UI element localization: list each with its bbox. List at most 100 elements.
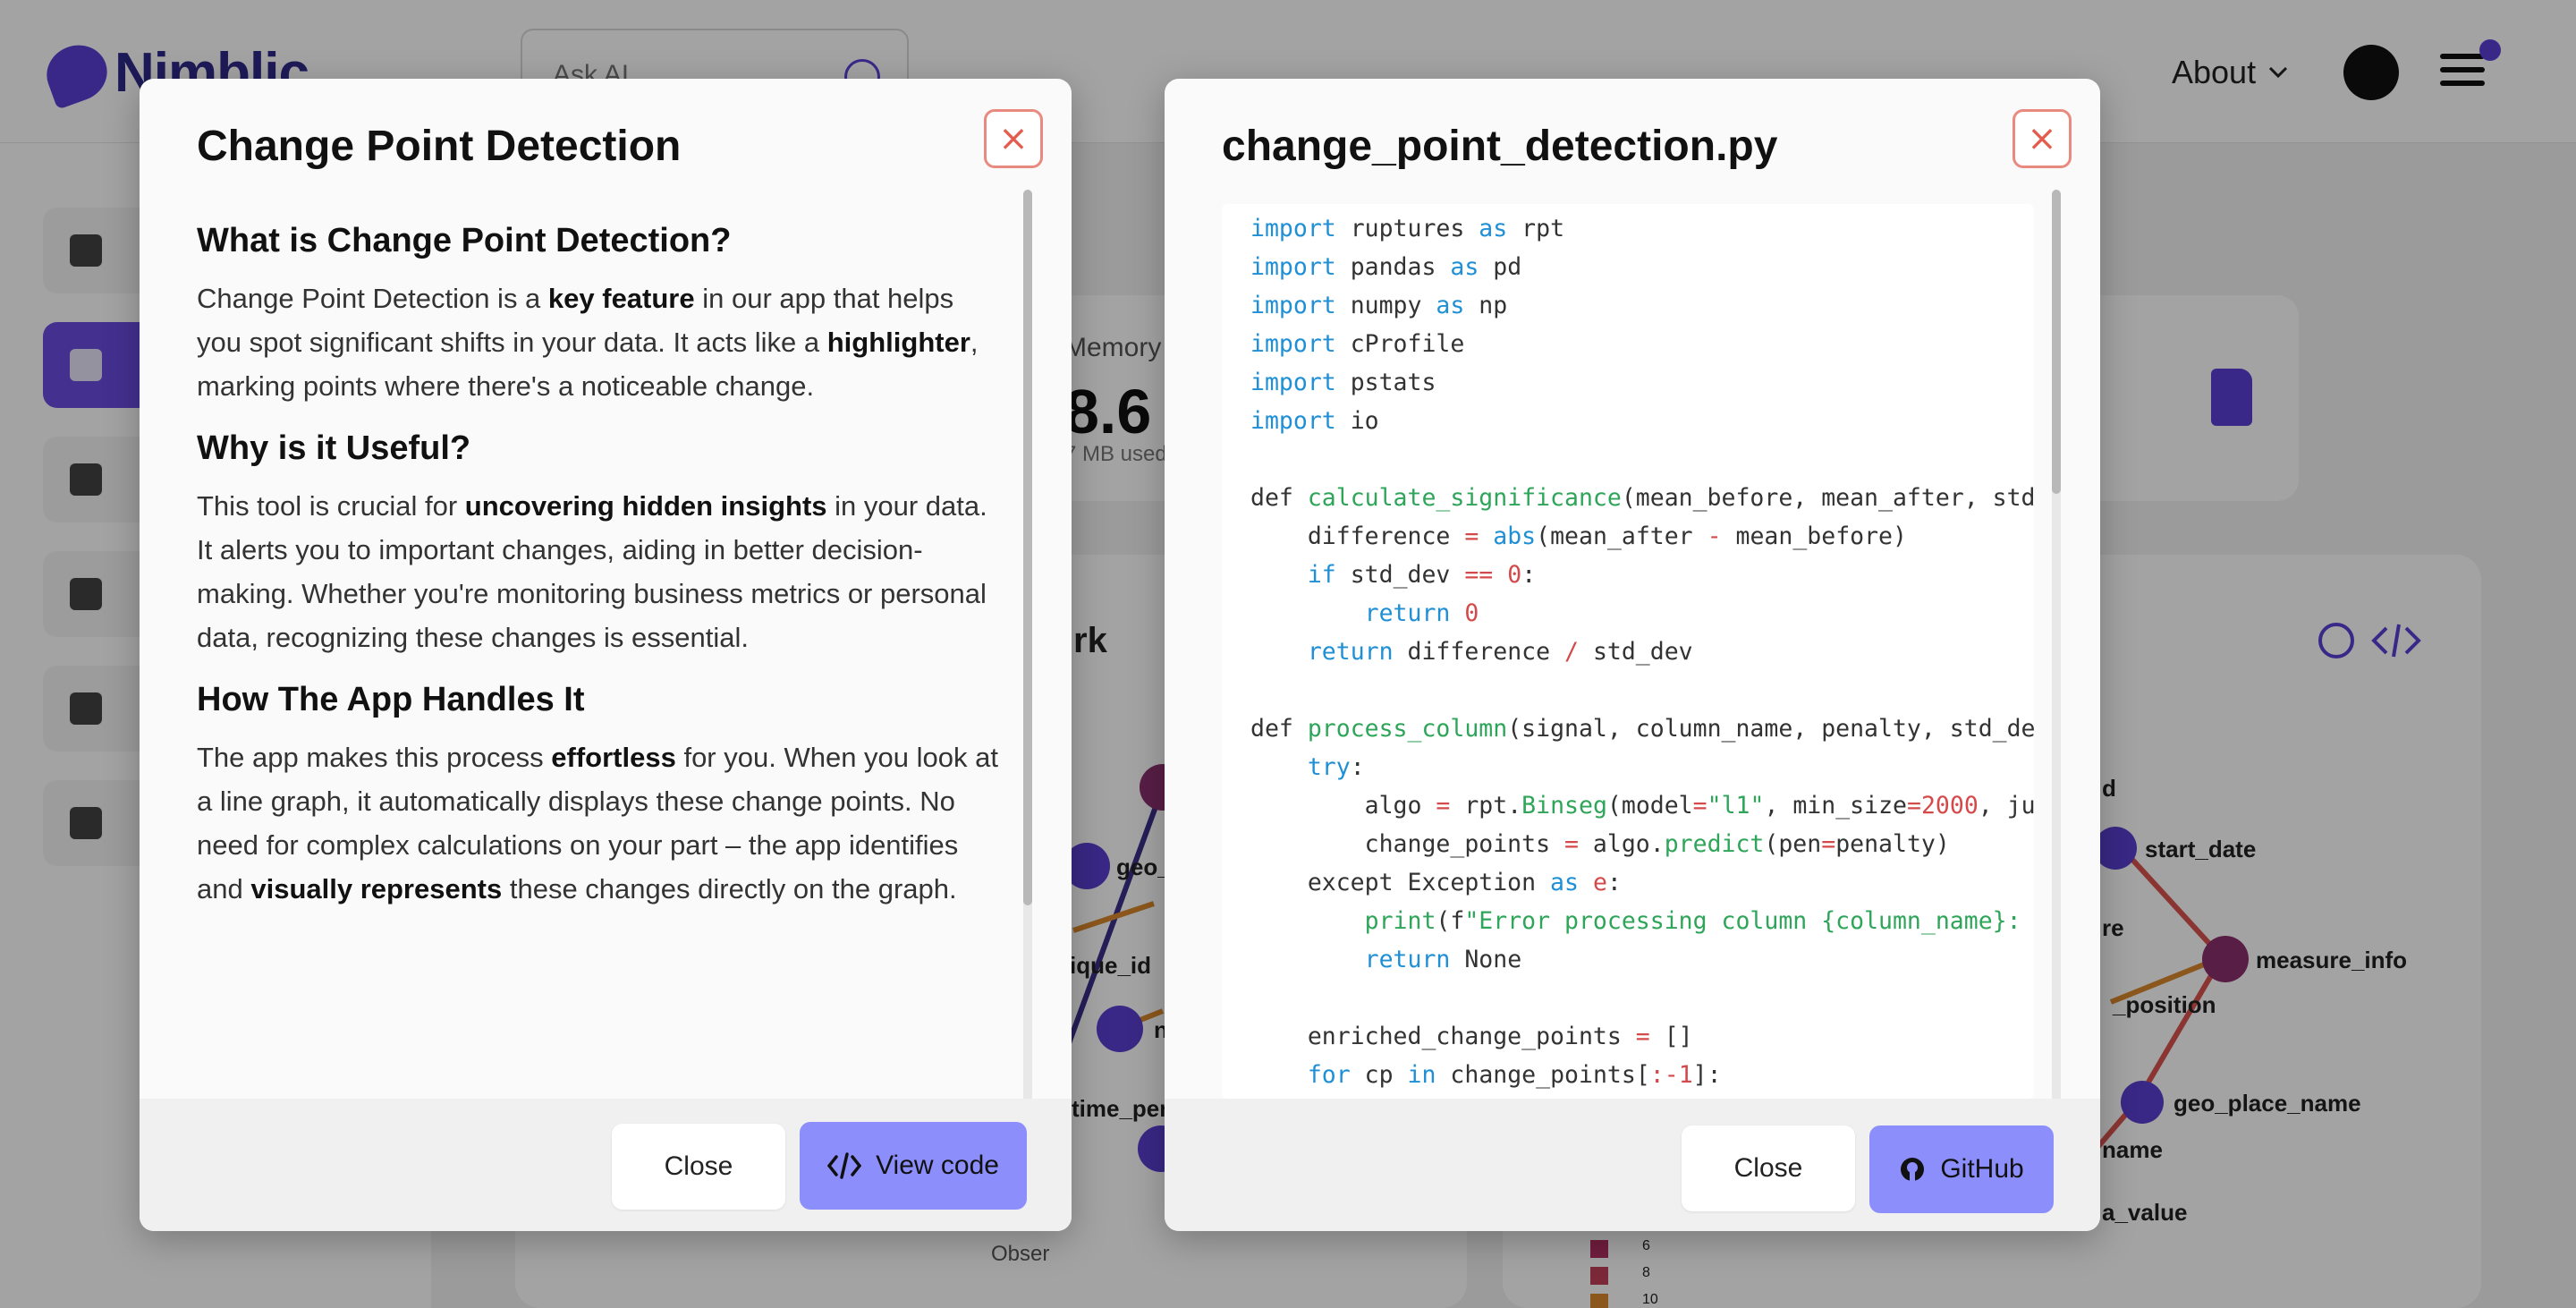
code-token: (f bbox=[1436, 907, 1465, 935]
code-token: return bbox=[1307, 638, 1394, 666]
section-heading: Why is it Useful? bbox=[197, 429, 471, 467]
code-token: (model bbox=[1606, 792, 1693, 820]
section-paragraph: This tool is crucial for uncovering hidd… bbox=[197, 484, 1002, 659]
code-token: = bbox=[1692, 792, 1707, 820]
code-token: = bbox=[1564, 830, 1579, 858]
code-token: process_column bbox=[1307, 715, 1508, 743]
code-line: try: bbox=[1250, 748, 2034, 786]
scrollbar[interactable] bbox=[1023, 190, 1032, 1177]
close-button[interactable]: Close bbox=[1682, 1125, 1855, 1211]
section-paragraph: The app makes this process effortless fo… bbox=[197, 735, 1002, 911]
close-button[interactable]: Close bbox=[612, 1124, 785, 1210]
code-token: import bbox=[1250, 407, 1336, 435]
close-x-button[interactable]: × bbox=[984, 109, 1043, 168]
code-token: io bbox=[1335, 407, 1379, 435]
code-line: import pandas as pd bbox=[1250, 248, 2034, 286]
code-token: = bbox=[1821, 830, 1836, 858]
modal-body: What is Change Point Detection? Change Po… bbox=[197, 200, 1002, 1177]
code-line: difference = abs(mean_after - mean_befor… bbox=[1250, 517, 2034, 556]
code-token: numpy bbox=[1335, 292, 1436, 319]
code-token: in bbox=[1407, 1061, 1436, 1089]
code-token: std_dev bbox=[1578, 638, 1693, 666]
code-line: import pstats bbox=[1250, 363, 2034, 402]
section-heading: How The App Handles It bbox=[197, 681, 585, 718]
code-token: as bbox=[1479, 215, 1508, 242]
bold-text: key feature bbox=[547, 283, 695, 314]
code-line: for cp in change_points[:-1]: bbox=[1250, 1056, 2034, 1094]
code-token: enriched_change_points bbox=[1250, 1023, 1636, 1050]
view-code-label: View code bbox=[876, 1151, 999, 1180]
modal-footer: Close GitHub bbox=[1165, 1099, 2100, 1231]
code-token: change_points[ bbox=[1436, 1061, 1650, 1089]
view-code-button[interactable]: View code bbox=[800, 1122, 1027, 1210]
code-line: return difference / std_dev bbox=[1250, 633, 2034, 671]
code-line: except Exception as e: bbox=[1250, 863, 2034, 902]
code-token: 2000 bbox=[1920, 792, 1979, 820]
code-token: algo bbox=[1250, 792, 1436, 820]
code-line: import io bbox=[1250, 402, 2034, 440]
code-line: print(f"Error processing column {column_… bbox=[1250, 902, 2034, 940]
code-token: predict bbox=[1664, 830, 1765, 858]
code-token: ruptures bbox=[1335, 215, 1479, 242]
code-token: cp bbox=[1350, 1061, 1408, 1089]
code-token: cProfile bbox=[1335, 330, 1465, 358]
scrollbar-thumb[interactable] bbox=[2052, 190, 2061, 494]
bold-text: uncovering hidden insights bbox=[464, 490, 827, 522]
code-token: 0 bbox=[1507, 561, 1522, 589]
code-token: (mean_before, mean_after, std bbox=[1621, 484, 2034, 512]
bold-text: visually represents bbox=[250, 873, 503, 905]
code-token: mean_before) bbox=[1721, 522, 1907, 550]
code-token: abs bbox=[1493, 522, 1537, 550]
scrollbar[interactable] bbox=[2052, 190, 2061, 1183]
code-token: (pen bbox=[1764, 830, 1822, 858]
code-token: pd bbox=[1479, 253, 1522, 281]
code-token: ]: bbox=[1692, 1061, 1722, 1089]
code-token: def bbox=[1250, 484, 1308, 512]
code-token: std_dev bbox=[1335, 561, 1465, 589]
code-token: return bbox=[1364, 599, 1451, 627]
code-token: pstats bbox=[1335, 369, 1436, 396]
code-line: import cProfile bbox=[1250, 325, 2034, 363]
paragraph-text: The app makes this process bbox=[197, 742, 552, 773]
code-text: import ruptures as rpt import pandas as p… bbox=[1250, 209, 2034, 1099]
github-label: GitHub bbox=[1940, 1154, 2024, 1184]
code-token: import bbox=[1250, 253, 1336, 281]
code-token: : bbox=[1606, 869, 1622, 896]
close-x-button[interactable]: × bbox=[2012, 109, 2072, 168]
code-token: rpt bbox=[1507, 215, 1565, 242]
code-token: import bbox=[1250, 369, 1336, 396]
code-token: def bbox=[1250, 715, 1308, 743]
code-token: , min_size bbox=[1764, 792, 1907, 820]
code-line: import numpy as np bbox=[1250, 286, 2034, 325]
code-token: : bbox=[1350, 753, 1365, 781]
code-icon bbox=[827, 1152, 862, 1179]
github-button[interactable]: GitHub bbox=[1869, 1125, 2054, 1213]
code-token: as bbox=[1436, 292, 1465, 319]
code-token: = bbox=[1906, 792, 1921, 820]
code-token: import bbox=[1250, 330, 1336, 358]
code-line: change_points = algo.predict(pen=penalty… bbox=[1250, 825, 2034, 863]
code-line: import ruptures as rpt bbox=[1250, 209, 2034, 248]
code-token: penalty) bbox=[1835, 830, 1950, 858]
code-line: def calculate_significance(mean_before, … bbox=[1250, 479, 2034, 517]
code-token: :- bbox=[1649, 1061, 1679, 1089]
paragraph-text: This tool is crucial for bbox=[197, 490, 465, 522]
code-token: except Exception bbox=[1250, 869, 1551, 896]
code-token: = bbox=[1436, 792, 1451, 820]
code-block: import ruptures as rpt import pandas as p… bbox=[1222, 204, 2034, 1099]
paragraph-text: these changes directly on the graph. bbox=[502, 873, 957, 905]
scrollbar-thumb[interactable] bbox=[1023, 190, 1032, 905]
code-token: None bbox=[1450, 946, 1522, 973]
code-token: == bbox=[1464, 561, 1494, 589]
code-line: enriched_change_points = [] bbox=[1250, 1017, 2034, 1056]
code-token: , ju bbox=[1978, 792, 2034, 820]
code-token: print bbox=[1364, 907, 1436, 935]
